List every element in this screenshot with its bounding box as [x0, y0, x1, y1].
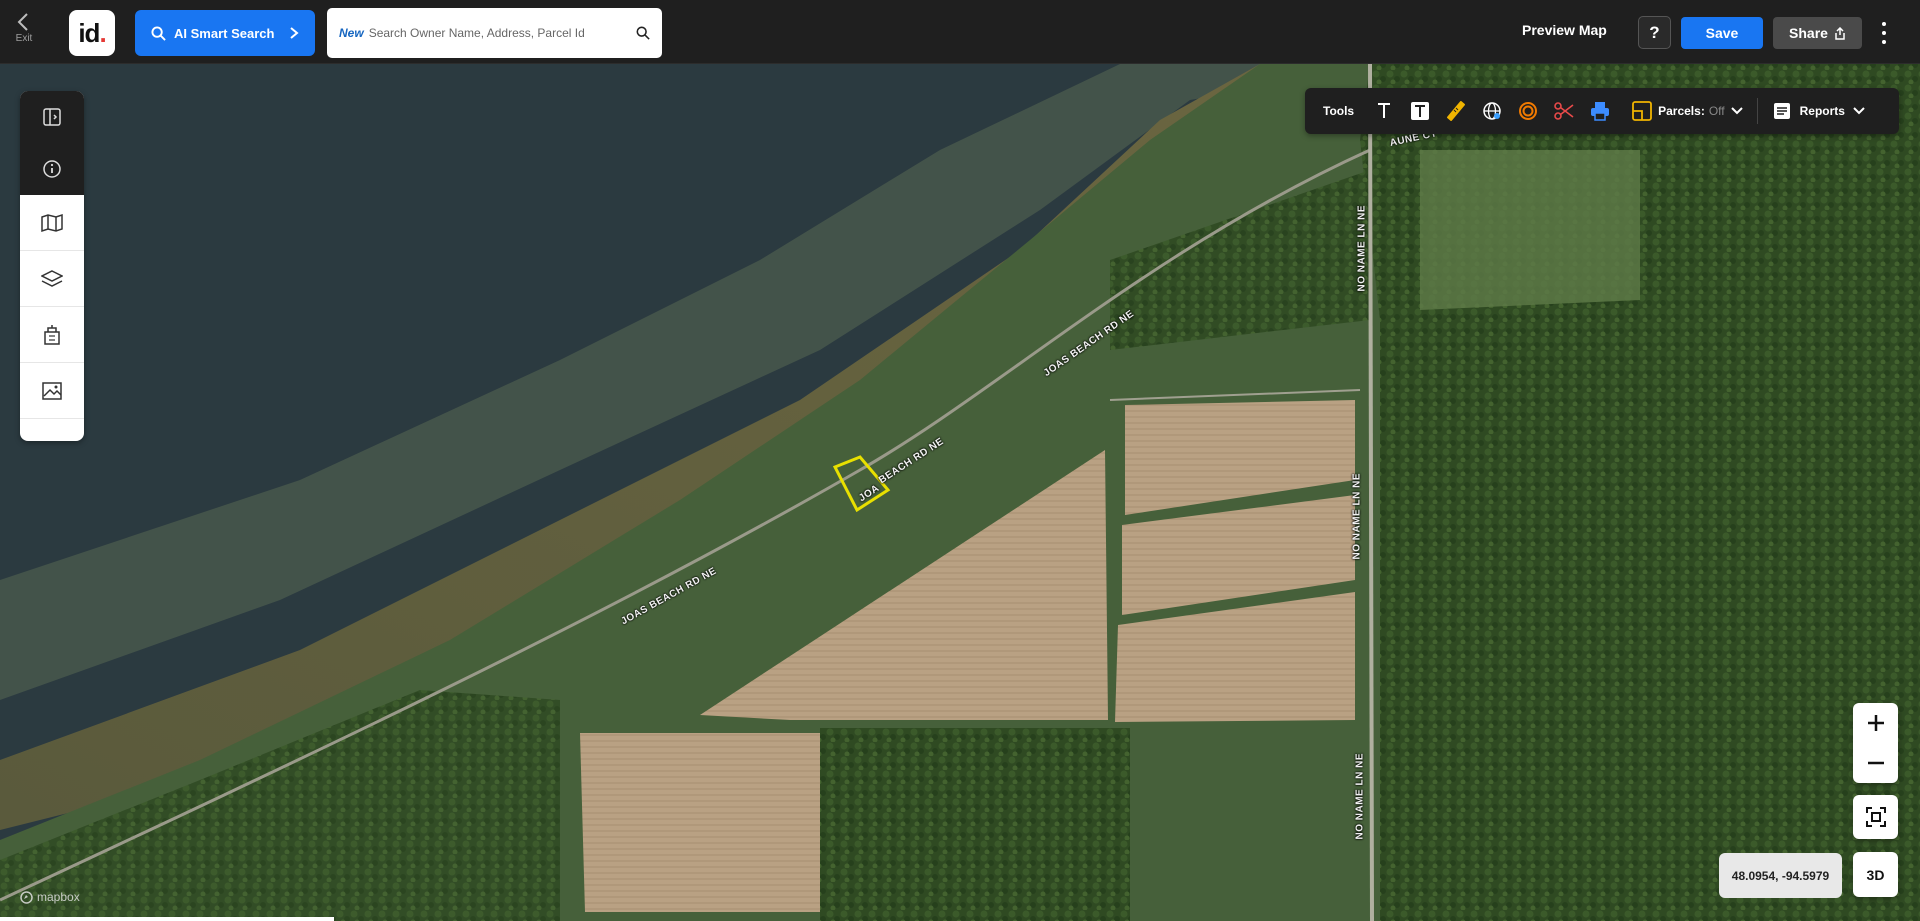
logo-text: id — [78, 17, 100, 48]
sidebar-item-layers[interactable] — [20, 251, 84, 307]
mapbox-label: mapbox — [37, 890, 80, 904]
ai-smart-search-label: AI Smart Search — [174, 25, 275, 41]
mapbox-attribution[interactable]: mapbox — [20, 890, 80, 904]
parcels-label: Parcels: — [1658, 104, 1705, 118]
sidebar-top-group — [20, 91, 84, 195]
print-icon — [1591, 102, 1610, 121]
scissors-icon — [1554, 102, 1574, 120]
road-label: NO NAME LN NE — [1354, 753, 1366, 840]
focus-frame-icon — [1865, 807, 1886, 827]
share-button[interactable]: Share — [1773, 17, 1862, 49]
fit-to-bounds-button[interactable] — [1853, 795, 1898, 839]
minus-icon — [1867, 761, 1884, 765]
parcels-toggle[interactable]: Parcels: Off — [1632, 101, 1743, 121]
info-icon — [43, 160, 61, 178]
radius-icon — [1519, 102, 1538, 120]
road-label: NO NAME LN NE — [1356, 205, 1368, 292]
save-button[interactable]: Save — [1681, 17, 1763, 49]
satellite-imagery — [0, 64, 1920, 921]
chevron-right-icon — [290, 27, 299, 39]
tools-label: Tools — [1323, 104, 1355, 118]
text-icon — [1378, 103, 1391, 118]
parcels-state: Off — [1708, 104, 1725, 118]
coordinates-readout: 48.0954, -94.5979 — [1719, 853, 1842, 898]
help-button[interactable]: ? — [1638, 16, 1671, 49]
sidebar-item-map[interactable] — [20, 195, 84, 251]
reports-icon — [1773, 103, 1790, 119]
top-bar: Exit id. AI Smart Search New Preview Map… — [0, 0, 1920, 64]
print-tool[interactable] — [1582, 93, 1618, 129]
text-tool[interactable] — [1366, 93, 1402, 129]
buildings-icon — [44, 324, 60, 345]
zoom-control — [1853, 703, 1898, 783]
zoom-in-button[interactable] — [1853, 703, 1898, 743]
loading-progress-strip — [0, 917, 334, 921]
share-label: Share — [1789, 25, 1828, 41]
panel-toggle-icon — [43, 108, 61, 126]
exit-label: Exit — [15, 33, 33, 44]
exit-button[interactable]: Exit — [8, 12, 40, 56]
reports-label: Reports — [1799, 104, 1845, 118]
zoom-out-button[interactable] — [1853, 743, 1898, 783]
globe-icon — [1483, 102, 1501, 120]
chevron-down-icon — [1730, 107, 1743, 115]
sidebar-item-imagery[interactable] — [20, 363, 84, 419]
mapbox-logo-icon — [20, 890, 33, 904]
left-sidebar — [20, 91, 84, 441]
sidebar-item-buildings[interactable] — [20, 307, 84, 363]
parcels-icon — [1632, 101, 1653, 121]
map-canvas[interactable]: JOAS BEACH RD NE JOAS BEACH RD NE BEACH … — [0, 64, 1920, 921]
ai-smart-search-button[interactable]: AI Smart Search — [135, 10, 315, 56]
preview-map-button[interactable]: Preview Map — [1522, 22, 1607, 38]
3d-toggle-button[interactable]: 3D — [1853, 852, 1898, 897]
map-icon — [41, 213, 63, 232]
search-icon — [151, 25, 166, 41]
reports-dropdown[interactable]: Reports — [1772, 101, 1865, 121]
plus-icon — [1867, 715, 1884, 731]
sidebar-item-info[interactable] — [20, 143, 84, 195]
search-input[interactable] — [368, 26, 629, 40]
new-badge: New — [339, 26, 364, 40]
cut-tool[interactable] — [1546, 93, 1582, 129]
back-arrow-icon — [17, 13, 28, 31]
radius-tool[interactable] — [1510, 93, 1546, 129]
logo-dot: . — [99, 17, 106, 48]
globe-tool[interactable] — [1474, 93, 1510, 129]
chevron-down-icon — [1853, 107, 1865, 115]
search-icon[interactable] — [636, 26, 650, 40]
search-bar: New — [327, 8, 662, 58]
tools-bar: Tools Parcels: Off Reports — [1305, 88, 1899, 134]
road-label: NO NAME LN NE — [1351, 473, 1363, 560]
share-icon — [1835, 26, 1845, 40]
more-menu-icon[interactable] — [1876, 19, 1892, 47]
text-box-icon — [1411, 102, 1430, 120]
sidebar-item-panel-toggle[interactable] — [20, 91, 84, 143]
layers-icon — [41, 269, 63, 287]
app-logo[interactable]: id. — [69, 10, 115, 56]
image-icon — [42, 381, 62, 400]
toolbar-divider — [1756, 98, 1758, 124]
text-box-tool[interactable] — [1402, 93, 1438, 129]
sidebar-list — [20, 195, 84, 419]
ruler-icon — [1447, 101, 1466, 121]
measure-tool[interactable] — [1438, 93, 1474, 129]
